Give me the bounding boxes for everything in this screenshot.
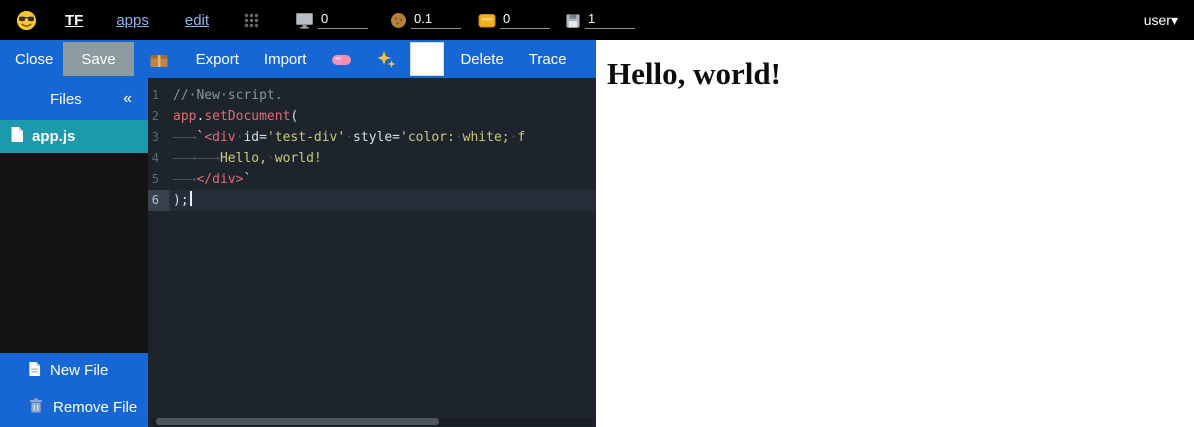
soap-button[interactable]	[331, 51, 352, 68]
file-item-appjs[interactable]: app.js	[0, 120, 148, 153]
line-number: 1	[148, 85, 169, 106]
package-icon	[149, 51, 169, 68]
stat-value-field[interactable]: 0.1	[411, 12, 461, 29]
collapse-sidebar-button[interactable]: «	[123, 90, 132, 108]
dots-grid-icon[interactable]	[243, 12, 260, 29]
files-title: Files	[50, 91, 82, 108]
sparkles-button[interactable]	[377, 50, 396, 69]
soap-icon	[331, 51, 352, 68]
code-text: );	[173, 193, 192, 208]
sidebar-empty-area	[0, 153, 148, 353]
apps-link[interactable]: apps	[116, 12, 149, 29]
file-icon	[10, 126, 24, 147]
stat-cookie: 0.1	[390, 12, 461, 29]
stat-floppy: 1	[565, 12, 635, 29]
sparkles-icon	[377, 50, 396, 69]
preview-pane: Hello, world!	[596, 40, 1194, 427]
delete-button[interactable]: Delete	[460, 51, 503, 68]
code-line[interactable]: 3 ——→`<div·id='test-div'·style='color:·wh…	[148, 127, 596, 148]
preview-heading: Hello, world!	[607, 56, 1194, 92]
line-number: 2	[148, 106, 169, 127]
token-icon	[478, 12, 496, 29]
code-text: ——→——→Hello,·world!	[173, 151, 322, 166]
new-file-button[interactable]: New File	[0, 353, 148, 388]
remove-file-button[interactable]: Remove File	[0, 388, 148, 427]
user-menu[interactable]: user▾	[1144, 12, 1178, 29]
line-number: 6	[148, 190, 169, 211]
blank-button[interactable]	[410, 42, 444, 76]
code-line[interactable]: 5 ——→</div>`	[148, 169, 596, 190]
edit-link[interactable]: edit	[185, 12, 209, 29]
line-number: 3	[148, 127, 169, 148]
stat-value-field[interactable]: 0	[318, 12, 368, 29]
export-button[interactable]: Export	[196, 51, 239, 68]
code-line[interactable]: 4 ——→——→Hello,·world!	[148, 148, 596, 169]
code-line[interactable]: 1 //·New·script.	[148, 85, 596, 106]
stat-token: 0	[478, 12, 550, 29]
horizontal-scrollbar[interactable]	[151, 418, 593, 426]
files-header: Files «	[0, 78, 148, 120]
new-file-icon	[28, 361, 41, 381]
monitor-icon	[295, 12, 314, 29]
code-text: ——→</div>`	[173, 172, 251, 187]
floppy-icon	[565, 13, 581, 29]
stat-value-field[interactable]: 1	[585, 12, 635, 29]
trash-icon	[28, 397, 44, 418]
line-number: 4	[148, 148, 169, 169]
text-cursor	[190, 191, 192, 206]
editor-toolbar: Close Save Export Import Delete Trace	[0, 40, 596, 78]
file-name: app.js	[32, 128, 75, 145]
code-text: ——→`<div·id='test-div'·style='color:·whi…	[173, 130, 525, 145]
brand-link[interactable]: TF	[65, 12, 83, 29]
topbar: TF apps edit 0	[0, 0, 1194, 40]
remove-file-label: Remove File	[53, 399, 137, 416]
package-button[interactable]	[149, 51, 169, 68]
smiley-sunglasses-icon[interactable]	[16, 10, 37, 31]
code-text: //·New·script.	[173, 88, 283, 103]
stat-monitor: 0	[295, 12, 368, 29]
code-area: 1 //·New·script. 2 app.setDocument( 3 ——→`<di…	[148, 85, 596, 211]
new-file-label: New File	[50, 362, 108, 379]
line-number: 5	[148, 169, 169, 190]
code-line[interactable]: 6);	[148, 190, 596, 211]
code-line[interactable]: 2 app.setDocument(	[148, 106, 596, 127]
scrollbar-thumb[interactable]	[156, 418, 439, 425]
save-button[interactable]: Save	[63, 42, 133, 76]
close-button[interactable]: Close	[15, 51, 53, 68]
file-sidebar: Files « app.js New File	[0, 78, 148, 427]
code-editor[interactable]: 1 //·New·script. 2 app.setDocument( 3 ——→`<di…	[148, 78, 596, 427]
code-text: app.setDocument(	[173, 109, 298, 124]
trace-button[interactable]: Trace	[529, 51, 567, 68]
cookie-icon	[390, 12, 407, 29]
stat-value-field[interactable]: 0	[500, 12, 550, 29]
import-button[interactable]: Import	[264, 51, 307, 68]
